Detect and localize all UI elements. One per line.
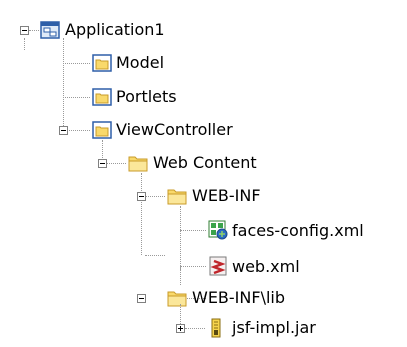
collapse-toggle[interactable] — [59, 126, 68, 135]
folder-icon — [167, 291, 187, 307]
tree-connector — [185, 328, 205, 329]
tree-item-application[interactable]: Application1 — [63, 15, 167, 45]
tree-connector — [63, 63, 90, 64]
tree-connector — [141, 173, 142, 255]
tree-item-web-inf-lib[interactable]: WEB-INF\lib — [190, 283, 287, 313]
project-tree: Application1 Model Portlets ViewControll… — [0, 0, 407, 347]
tree-connector — [145, 255, 165, 256]
tree-connector — [63, 38, 64, 130]
tree-item-portlets[interactable]: Portlets — [114, 82, 179, 112]
tree-connector — [102, 140, 103, 160]
tree-item-web-xml[interactable]: web.xml — [230, 252, 302, 282]
tree-item-label: Application1 — [65, 20, 165, 39]
tree-connector — [180, 206, 181, 270]
application-icon — [40, 21, 60, 39]
tree-item-label: Model — [116, 53, 165, 72]
tree-item-label: Web Content — [153, 153, 257, 172]
tree-item-model[interactable]: Model — [114, 48, 166, 78]
tree-connector — [145, 196, 165, 197]
tree-connector — [180, 230, 206, 231]
tree-item-web-content[interactable]: Web Content — [151, 148, 259, 178]
tree-item-label: web.xml — [232, 257, 300, 276]
tree-item-label: ViewController — [116, 120, 233, 139]
xml-file-icon — [209, 256, 227, 276]
tree-item-label: WEB-INF\lib — [192, 288, 286, 307]
project-folder-icon — [92, 88, 112, 106]
folder-icon — [167, 189, 187, 205]
faces-config-icon — [208, 220, 228, 240]
tree-item-label: faces-config.xml — [232, 221, 364, 240]
tree-connector — [106, 163, 126, 164]
folder-icon — [128, 156, 148, 172]
collapse-toggle[interactable] — [137, 294, 146, 303]
tree-connector — [63, 97, 90, 98]
tree-connector — [24, 38, 25, 50]
collapse-toggle[interactable] — [98, 159, 107, 168]
tree-item-label: jsf-impl.jar — [232, 318, 316, 337]
tree-item-viewcontroller[interactable]: ViewController — [114, 115, 235, 145]
collapse-toggle[interactable] — [137, 192, 146, 201]
tree-item-web-inf[interactable]: WEB-INF — [190, 181, 263, 211]
tree-connector — [29, 30, 39, 31]
project-folder-icon — [92, 54, 112, 72]
tree-item-label: Portlets — [116, 87, 177, 106]
tree-item-jsf-impl[interactable]: jsf-impl.jar — [230, 313, 318, 343]
tree-connector — [180, 265, 181, 285]
jar-icon — [211, 318, 221, 338]
collapse-toggle[interactable] — [20, 26, 29, 35]
tree-connector — [180, 266, 206, 267]
project-folder-icon — [92, 121, 112, 139]
tree-connector — [67, 130, 90, 131]
tree-connector — [180, 304, 181, 324]
tree-item-label: WEB-INF — [192, 186, 261, 205]
expand-toggle[interactable] — [176, 324, 185, 333]
tree-item-faces-config[interactable]: faces-config.xml — [230, 216, 366, 246]
